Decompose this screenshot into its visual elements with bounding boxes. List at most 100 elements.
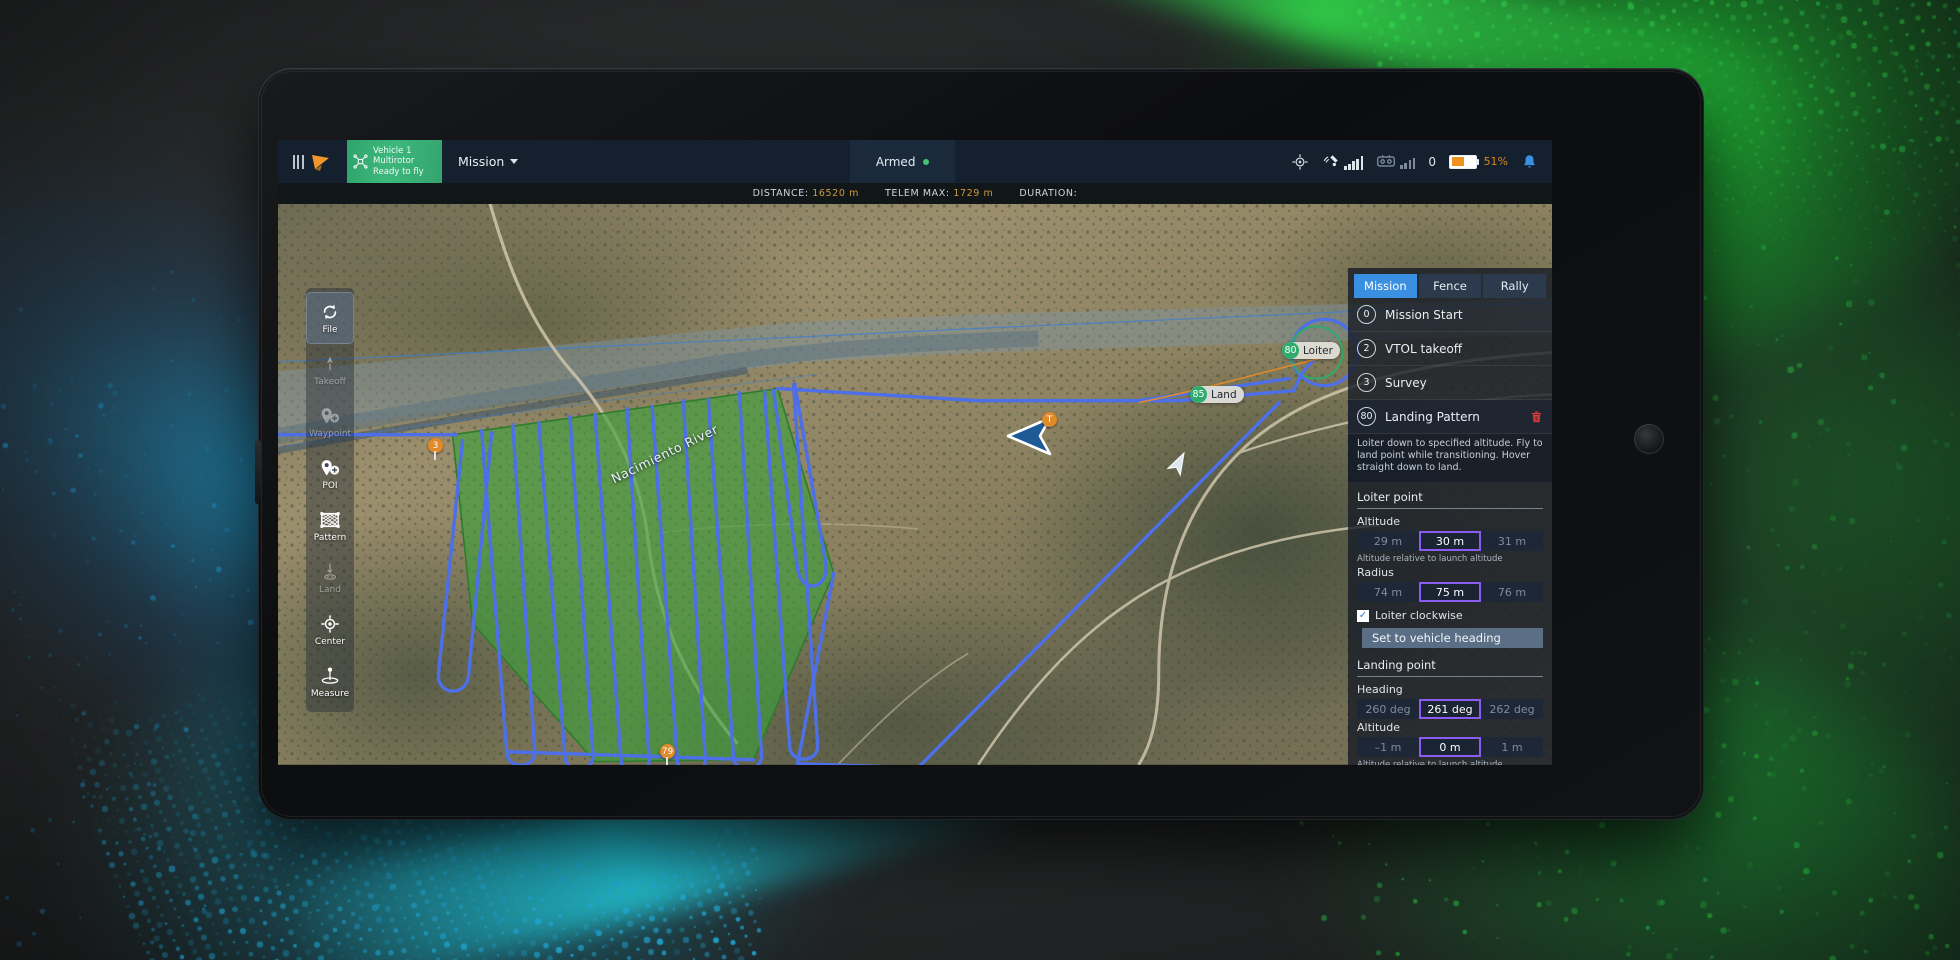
landing-altitude-spinner[interactable]: –1 m 0 m 1 m [1357,737,1543,757]
menu-icon[interactable] [292,154,304,169]
top-toolbar: Vehicle 1 Multirotor Ready to fly Missio… [278,140,1552,183]
bell-icon[interactable] [1521,153,1538,171]
tool-file-label: File [322,324,338,335]
loiter-altitude-label: Altitude [1357,515,1400,528]
mission-panel: Mission Fence Rally 0 Mission Start 2 VT… [1348,268,1552,765]
rc-bars [1400,156,1416,169]
tool-center-label: Center [314,636,346,647]
loiter-radius-value[interactable]: 75 m [1419,582,1481,602]
mission-item-0-num: 0 [1357,305,1376,324]
qgroundcontrol-logo [312,154,330,171]
tool-land[interactable]: Land [306,552,354,604]
landing-heading-prev[interactable]: 260 deg [1357,699,1419,719]
distance-value: 16520 m [812,188,859,199]
tool-measure-label: Measure [310,688,350,699]
satellite-signal-group[interactable] [1322,153,1364,170]
mission-item-0-name: Mission Start [1385,307,1463,322]
landing-section-title: Landing point [1357,658,1543,677]
duration-label: DURATION: [1019,188,1078,199]
tab-mission[interactable]: Mission [1354,274,1417,298]
land-icon [324,563,336,580]
satellite-icon [1323,155,1338,167]
landing-altitude-prev[interactable]: –1 m [1357,737,1419,757]
tab-rally[interactable]: Rally [1483,274,1547,298]
device-side-button [255,440,261,504]
landing-altitude-next[interactable]: 1 m [1481,737,1543,757]
loiter-altitude-spinner[interactable]: 29 m 30 m 31 m [1357,531,1543,551]
landing-altitude-hint: Altitude relative to launch altitude [1357,760,1503,765]
device-camera [1634,424,1664,454]
battery-icon [1449,154,1478,169]
vehicle-name: Vehicle 1 [373,145,412,156]
mission-item-0[interactable]: 0 Mission Start [1348,298,1552,332]
armed-status-button[interactable]: Armed [850,140,956,183]
mission-item-3-name: Survey [1385,375,1427,390]
waypoint-add-icon [321,407,340,423]
vehicle-type: Multirotor [373,156,415,167]
tool-center[interactable]: Center [306,604,354,656]
rc-signal-group[interactable] [1376,154,1416,169]
map-pin-79[interactable]: 79 [660,744,675,765]
loiter-section-title: Loiter point [1357,490,1543,509]
mission-item-2-num: 2 [1357,339,1376,358]
tool-waypoint[interactable]: Waypoint [306,396,354,448]
drone-icon [353,154,368,169]
tool-poi[interactable]: POI [306,448,354,500]
map-pin-takeoff[interactable]: T [1042,412,1057,427]
telem-max-label: TELEM MAX: [884,188,950,199]
battery-indicator[interactable]: 51% [1449,154,1509,169]
tool-takeoff-label: Takeoff [314,376,346,387]
loiter-radius-prev[interactable]: 74 m [1357,582,1419,602]
mission-item-2-name: VTOL takeoff [1385,341,1463,356]
tab-fence[interactable]: Fence [1418,274,1482,298]
gps-crosshair-icon[interactable] [1291,153,1309,171]
mission-menu-label: Mission [458,154,505,169]
mission-item-2[interactable]: 2 VTOL takeoff [1348,332,1552,366]
mission-item-80-num: 80 [1357,407,1376,426]
mission-item-description: Loiter down to specified altitude. Fly t… [1348,434,1552,482]
tool-measure[interactable]: Measure [306,656,354,708]
trash-icon[interactable] [1530,410,1543,424]
app-screen: Vehicle 1 Multirotor Ready to fly Missio… [278,140,1552,765]
map-label-loiter-text: Loiter [1303,344,1333,357]
mission-item-3[interactable]: 3 Survey [1348,366,1552,400]
map-label-loiter[interactable]: 80 Loiter [1282,342,1340,359]
set-vehicle-heading-button[interactable]: Set to vehicle heading [1362,628,1543,648]
vehicle-status-button[interactable]: Vehicle 1 Multirotor Ready to fly [347,140,442,183]
mission-item-80[interactable]: 80 Landing Pattern [1348,400,1552,434]
rc-controller-icon [1377,155,1396,167]
telemetry-strip: DISTANCE: 16520 m TELEM MAX: 1729 m DURA… [278,183,1552,204]
map-label-loiter-num: 80 [1282,342,1299,359]
map-label-land[interactable]: 85 Land [1190,386,1244,403]
satellite-count: 0 [1428,154,1437,169]
map-view[interactable]: Nacimiento River 80 Loiter 85 Land T 3 7… [278,204,1552,765]
loiter-altitude-value[interactable]: 30 m [1419,531,1481,551]
tool-pattern[interactable]: Pattern [306,500,354,552]
tool-pattern-label: Pattern [313,532,347,543]
map-pin-3[interactable]: 3 [428,438,443,460]
loiter-radius-label: Radius [1357,566,1394,579]
loiter-clockwise-label: Loiter clockwise [1375,609,1463,622]
loiter-clockwise-row[interactable]: ✓ Loiter clockwise [1357,609,1543,622]
loiter-radius-next[interactable]: 76 m [1481,582,1543,602]
chevron-down-icon [510,159,519,164]
mission-item-3-num: 3 [1357,373,1376,392]
pattern-grid-icon [320,511,340,528]
tool-takeoff[interactable]: Takeoff [306,344,354,396]
landing-altitude-label: Altitude [1357,721,1400,734]
tablet-device: Vehicle 1 Multirotor Ready to fly Missio… [255,68,1704,820]
mission-menu-button[interactable]: Mission [442,140,534,183]
loiter-altitude-next[interactable]: 31 m [1481,531,1543,551]
loiter-radius-spinner[interactable]: 74 m 75 m 76 m [1357,582,1543,602]
vehicle-status: Ready to fly [373,166,424,177]
landing-heading-next[interactable]: 262 deg [1481,699,1543,719]
loiter-clockwise-checkbox[interactable]: ✓ [1357,609,1369,622]
loiter-altitude-prev[interactable]: 29 m [1357,531,1419,551]
tool-file[interactable]: File [306,292,354,344]
battery-percent: 51% [1483,155,1509,168]
landing-altitude-value[interactable]: 0 m [1419,737,1481,757]
landing-heading-label: Heading [1357,683,1403,696]
telem-max-value: 1729 m [953,188,994,199]
landing-heading-value[interactable]: 261 deg [1419,699,1481,719]
landing-heading-spinner[interactable]: 260 deg 261 deg 262 deg [1357,699,1543,719]
